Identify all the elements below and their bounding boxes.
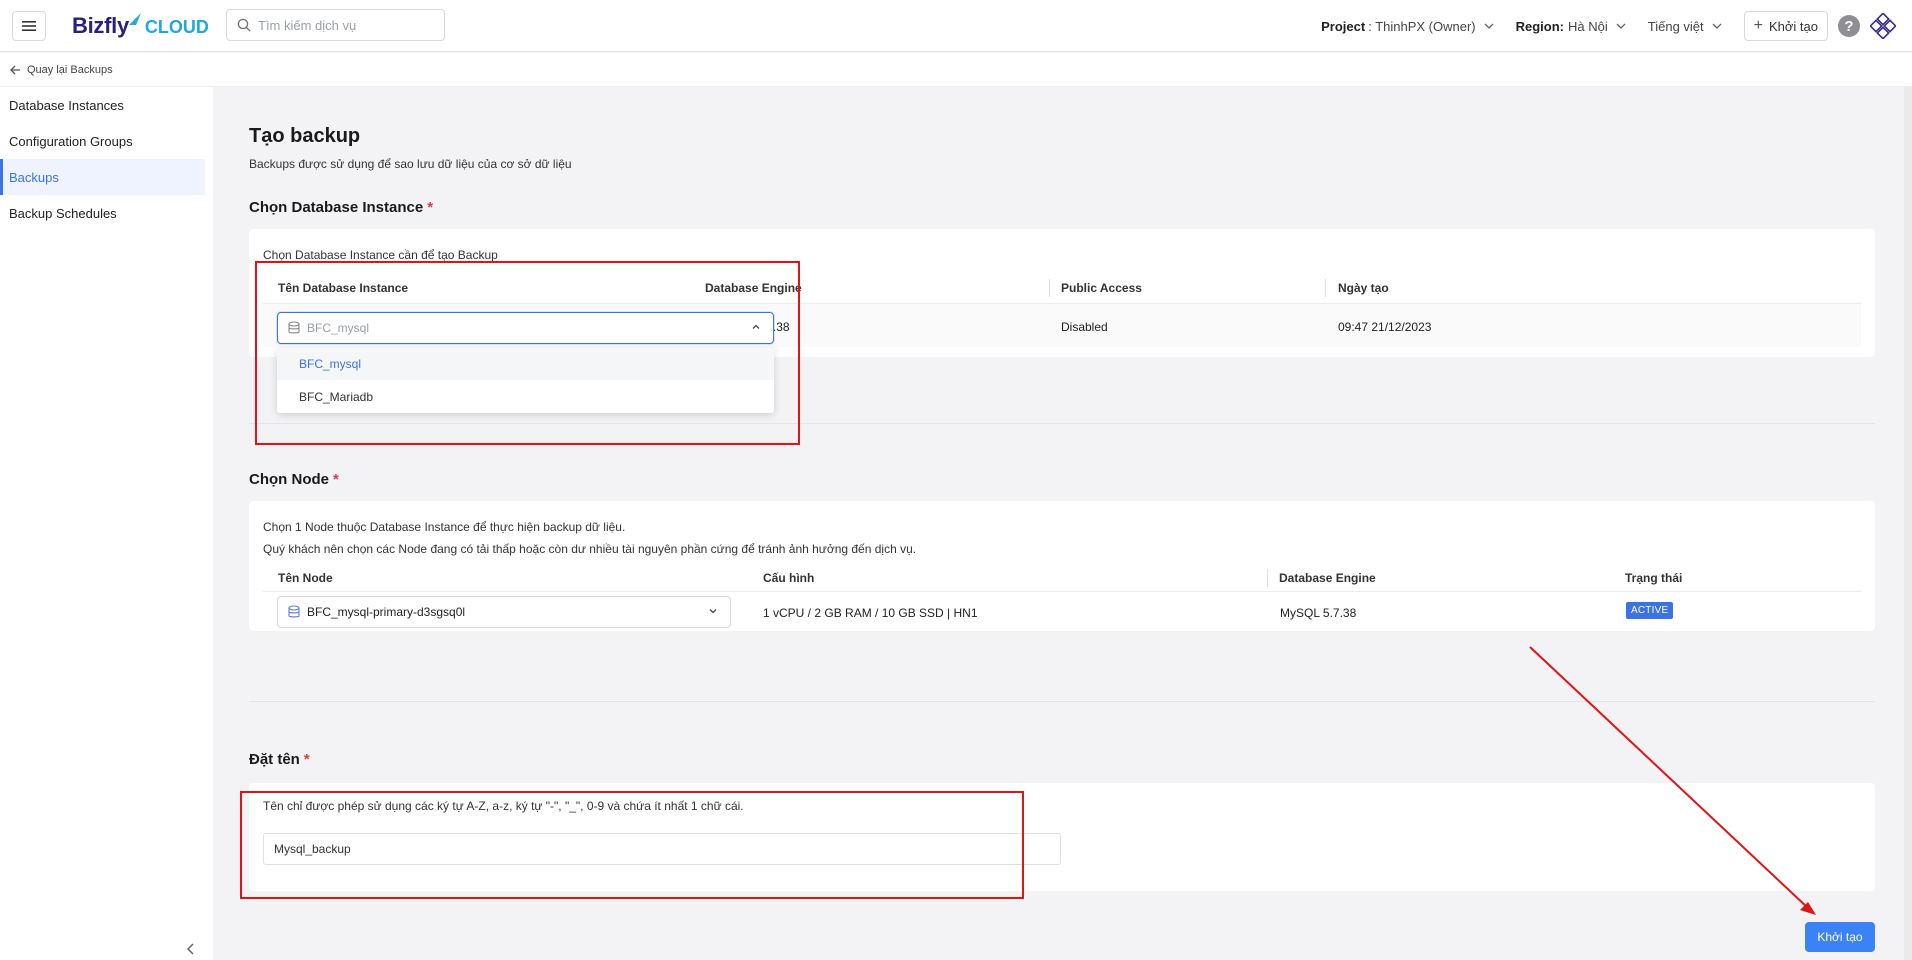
database-icon xyxy=(288,605,300,618)
bizfly-logo[interactable]: Bizfly CLOUD xyxy=(72,6,209,46)
col-node-name: Tên Node xyxy=(278,571,333,585)
instance-public-access-value: Disabled xyxy=(1061,320,1108,334)
header-create-button[interactable]: + Khởi tạo xyxy=(1743,11,1828,41)
chevron-left-icon xyxy=(186,943,194,955)
col-config: Cấu hình xyxy=(763,571,815,585)
column-separator xyxy=(1325,279,1326,297)
col-public-access: Public Access xyxy=(1061,281,1142,295)
sidebar-item-label: Configuration Groups xyxy=(9,133,133,149)
section-divider xyxy=(249,701,1875,702)
help-icon[interactable]: ? xyxy=(1838,15,1860,37)
region-label: Region: xyxy=(1515,18,1565,34)
col-status: Trạng thái xyxy=(1625,571,1683,585)
node-engine-value: MySQL 5.7.38 xyxy=(1280,606,1357,620)
sidebar: Database Instances Configuration Groups … xyxy=(0,87,213,960)
region-value: Hà Nội xyxy=(1568,18,1608,34)
back-link-label: Quay lại Backups xyxy=(27,63,113,76)
name-section-title: Đặt tên * xyxy=(249,751,310,768)
name-section-title-text: Đặt tên xyxy=(249,751,300,768)
annotation-box-name xyxy=(240,791,1024,899)
node-note-2: Quý khách nên chọn các Node đang có tải … xyxy=(263,542,917,556)
column-separator xyxy=(1267,569,1268,587)
page-scrollbar[interactable] xyxy=(1904,87,1912,960)
instance-section-title: Chọn Database Instance * xyxy=(249,199,433,216)
chevron-down-icon xyxy=(1484,23,1494,29)
required-mark: * xyxy=(333,471,339,488)
instance-created-value: 09:47 21/12/2023 xyxy=(1338,320,1432,334)
back-link[interactable]: Quay lại Backups xyxy=(0,53,1912,87)
col-created: Ngày tạo xyxy=(1338,281,1389,295)
node-config-value: 1 vCPU / 2 GB RAM / 10 GB SSD | HN1 xyxy=(763,606,978,620)
chevron-down-icon xyxy=(1712,23,1722,29)
project-selector[interactable]: Project : ThinhPX (Owner) xyxy=(1321,19,1494,34)
project-label: Project xyxy=(1321,18,1366,34)
node-section-title-text: Chọn Node xyxy=(249,471,329,488)
service-search-input[interactable]: Tìm kiếm dịch vụ xyxy=(226,9,445,41)
arrow-left-icon xyxy=(10,65,20,74)
sidebar-item-label: Database Instances xyxy=(9,97,124,113)
search-icon xyxy=(237,18,251,32)
chevron-down-icon xyxy=(1616,23,1626,29)
apps-grid-icon[interactable] xyxy=(1870,13,1896,39)
language-selector[interactable]: Tiếng việt xyxy=(1648,19,1722,34)
sidebar-item-backups[interactable]: Backups xyxy=(0,159,205,195)
submit-create-button[interactable]: Khởi tạo xyxy=(1805,922,1875,952)
status-badge: ACTIVE xyxy=(1626,602,1674,619)
page-subtitle: Backups được sử dụng để sao lưu dữ liệu … xyxy=(249,157,572,171)
annotation-box-instance xyxy=(255,261,800,445)
sidebar-item-label: Backups xyxy=(9,169,59,185)
instance-note: Chọn Database Instance cần để tạo Backup xyxy=(263,248,498,262)
sidebar-item-backup-schedules[interactable]: Backup Schedules xyxy=(0,195,205,231)
search-placeholder: Tìm kiếm dịch vụ xyxy=(258,17,357,33)
node-select-value: BFC_mysql-primary-d3sgsq0l xyxy=(307,605,466,619)
region-selector[interactable]: Region: Hà Nội xyxy=(1516,19,1626,34)
instance-section-title-text: Chọn Database Instance xyxy=(249,199,424,216)
page-title: Tạo backup xyxy=(249,125,361,147)
language-value: Tiếng việt xyxy=(1647,18,1704,34)
required-mark: * xyxy=(427,199,434,216)
hamburger-icon xyxy=(22,20,36,31)
node-card: Chọn 1 Node thuộc Database Instance để t… xyxy=(249,501,1875,631)
project-value: : ThinhPX (Owner) xyxy=(1368,18,1476,34)
column-separator xyxy=(1049,279,1050,297)
node-section-title: Chọn Node * xyxy=(249,471,339,488)
top-header: Bizfly CLOUD Tìm kiếm dịch vụ Project : … xyxy=(0,0,1912,52)
logo-wing-icon xyxy=(128,12,141,25)
sidebar-item-label: Backup Schedules xyxy=(9,205,117,221)
col-node-engine: Database Engine xyxy=(1279,571,1376,585)
required-mark: * xyxy=(303,751,310,768)
collapse-sidebar-button[interactable] xyxy=(178,937,202,960)
menu-toggle-button[interactable] xyxy=(12,10,46,41)
header-create-label: Khởi tạo xyxy=(1769,18,1818,34)
node-note-1: Chọn 1 Node thuộc Database Instance để t… xyxy=(263,520,626,534)
plus-icon: + xyxy=(1753,17,1763,34)
node-select[interactable]: BFC_mysql-primary-d3sgsq0l xyxy=(277,596,731,628)
sidebar-item-configuration-groups[interactable]: Configuration Groups xyxy=(0,123,205,159)
sidebar-item-database-instances[interactable]: Database Instances xyxy=(0,87,205,123)
chevron-down-icon xyxy=(709,609,717,614)
